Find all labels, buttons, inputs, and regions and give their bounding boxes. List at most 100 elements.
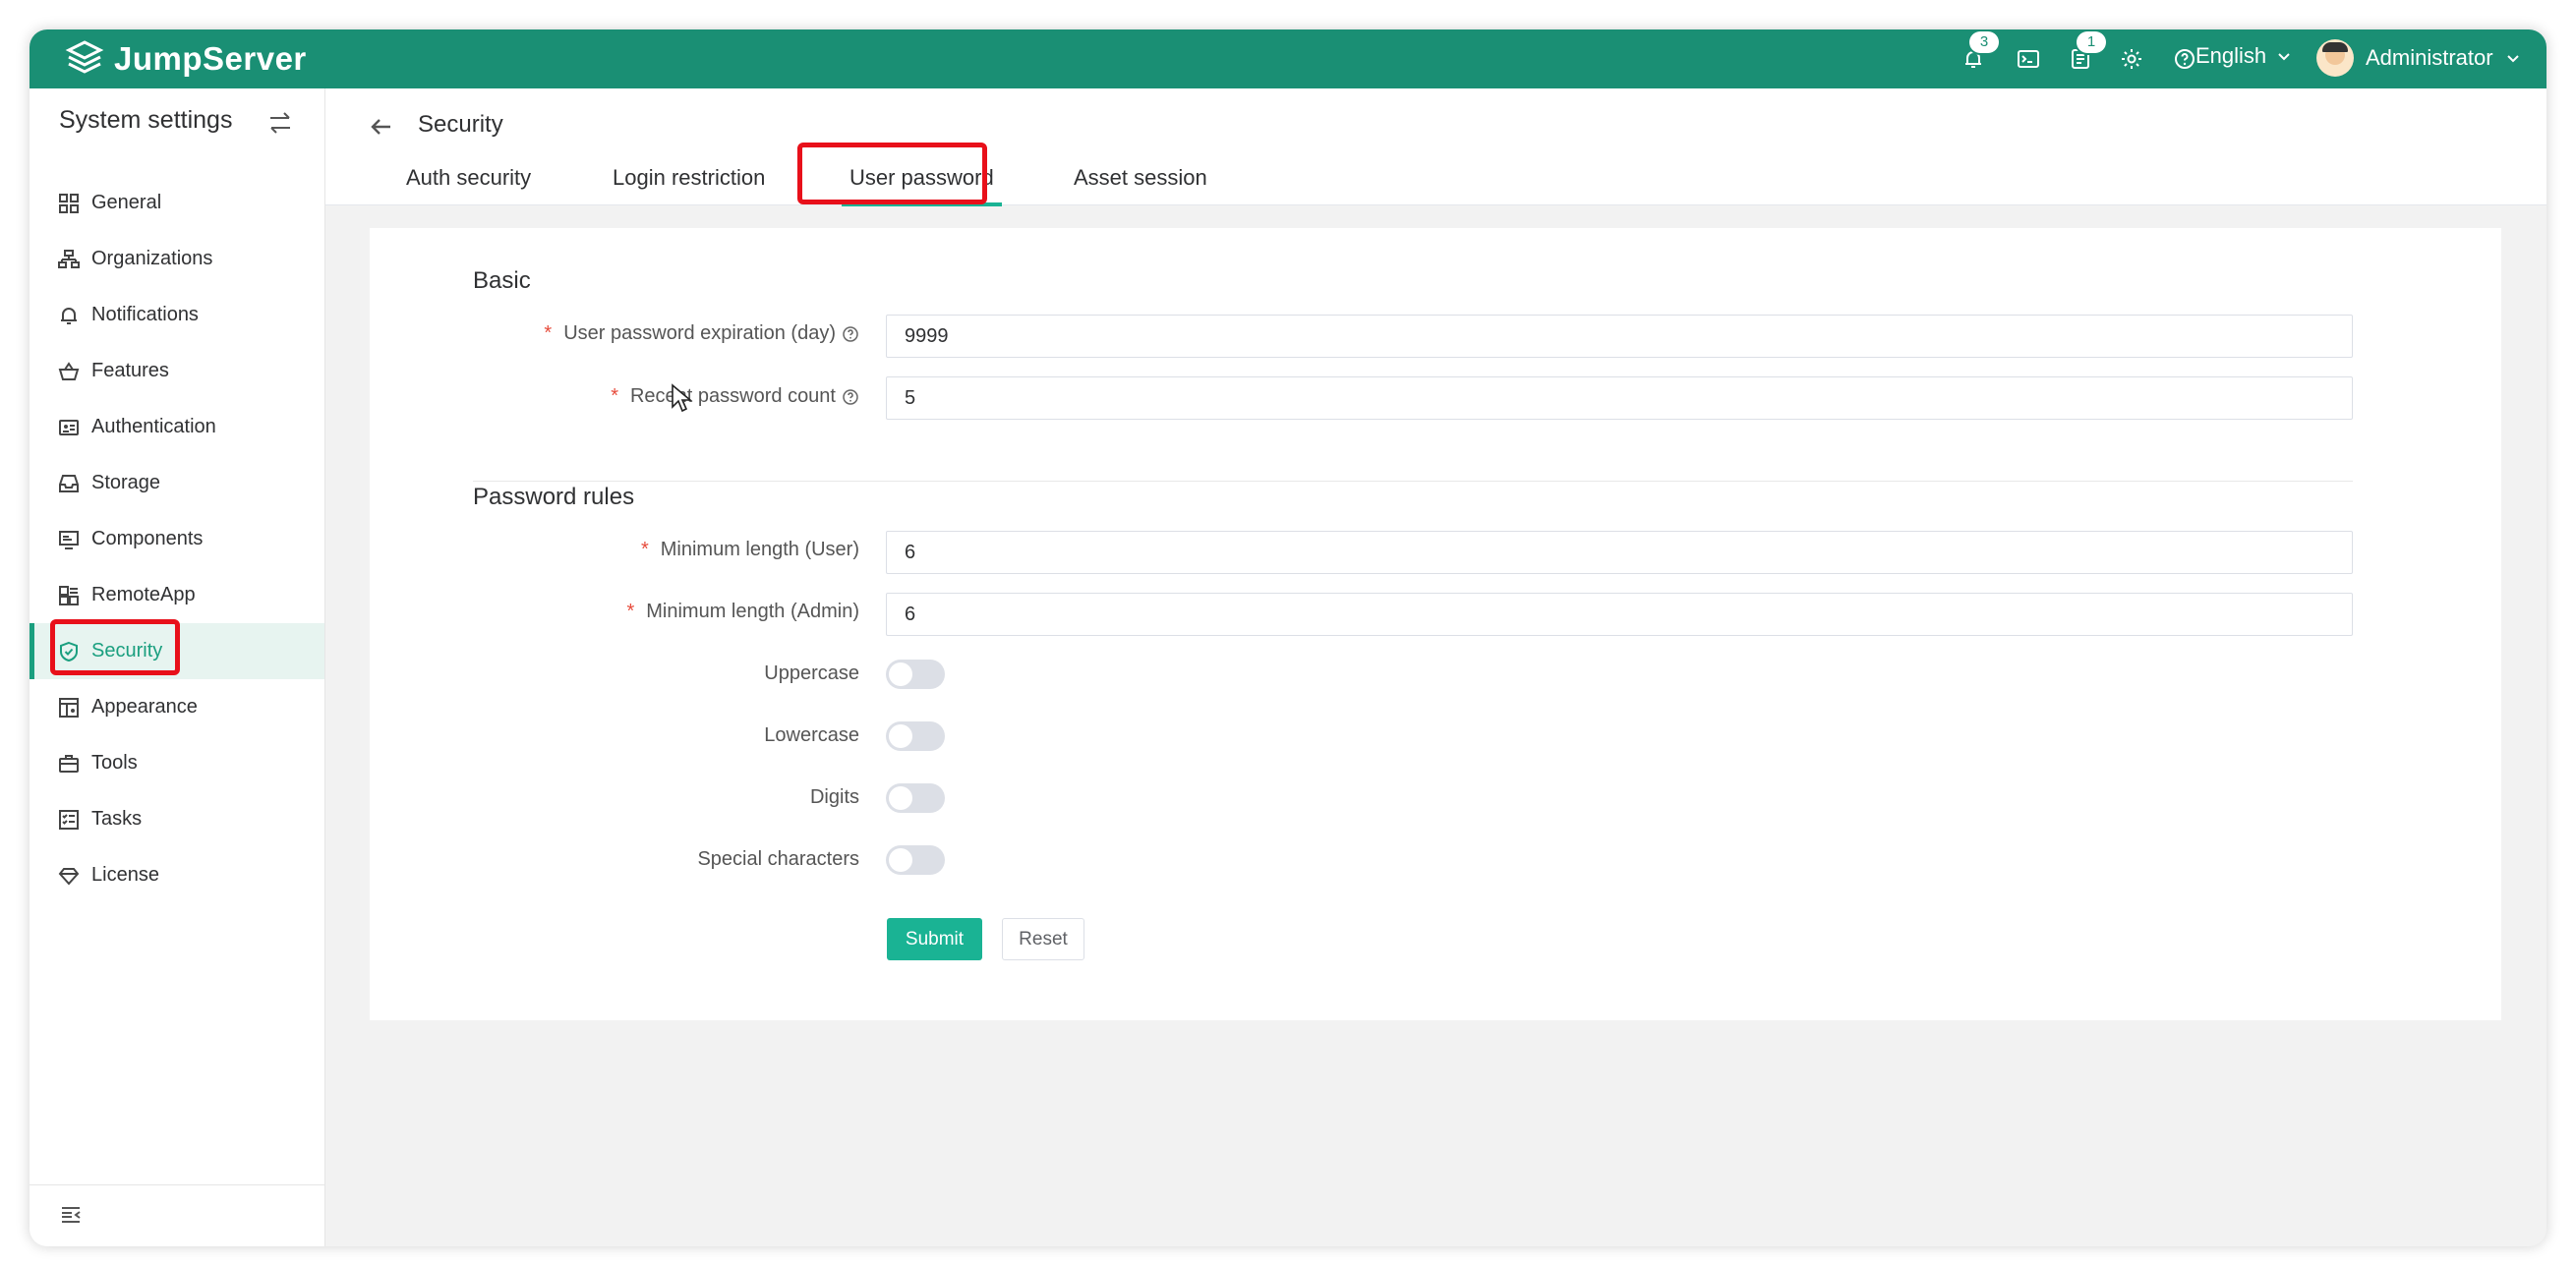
min-length-admin-label: * Minimum length (Admin) [626,601,859,623]
sidebar-item-organizations[interactable]: Organizations [29,231,324,287]
required-asterisk: * [544,322,553,344]
language-selector[interactable]: English [2195,43,2292,69]
min-length-user-input[interactable]: 6 [886,531,2353,574]
min-length-user-label-text: Minimum length (User) [660,539,859,560]
collapse-menu-icon[interactable] [59,1203,83,1227]
uppercase-toggle[interactable] [886,660,945,689]
language-label: English [2195,43,2267,68]
terminal-icon [2018,50,2039,68]
top-navbar: JumpServer 3 1 English Administrator [29,29,2547,88]
brand-name: JumpServer [114,40,307,77]
recent-count-label: * Recent password count [611,385,859,408]
help-tooltip-icon[interactable] [842,388,859,406]
sidebar-nav: General Organizations Notifications Feat… [29,175,324,903]
sidebar-title: System settings [59,106,233,134]
monitor-icon [59,531,79,549]
task-list-icon [59,810,79,830]
settings-card: Basic * User password expiration (day) 9… [370,228,2501,1020]
expiration-label: * User password expiration (day) [544,322,859,345]
sidebar-item-label: Tools [91,752,138,774]
sidebar-item-label: Appearance [91,696,198,718]
highlight-security-nav [50,619,180,675]
help-tooltip-icon[interactable] [842,325,859,343]
digits-toggle[interactable] [886,783,945,813]
required-asterisk: * [626,601,635,622]
question-circle-icon [2175,49,2195,69]
page-header: Security Auth security Login restriction… [325,88,2547,206]
lowercase-toggle[interactable] [886,721,945,751]
sidebar-footer [29,1184,324,1246]
toolbox-icon [59,755,79,773]
switch-view-icon[interactable] [265,108,295,138]
sidebar-item-label: General [91,192,162,213]
tickets-badge: 1 [2077,31,2106,53]
page-title: Security [418,111,503,138]
grid-icon [59,194,79,213]
sidebar-item-label: Features [91,360,169,381]
bell-icon [61,308,77,324]
sidebar-item-label: Storage [91,472,161,493]
sidebar-item-label: Components [91,528,204,549]
sidebar-item-components[interactable]: Components [29,511,324,567]
min-length-user-label: * Minimum length (User) [641,539,859,561]
digits-label: Digits [809,786,859,808]
notifications-badge: 3 [1969,31,1999,53]
chevron-down-icon [2278,53,2290,61]
highlight-user-password-tab [797,143,987,204]
tab-login-restriction[interactable]: Login restriction [613,165,765,191]
app-window: JumpServer 3 1 English Administrator Sys… [29,29,2547,1246]
recent-password-count-input[interactable]: 5 [886,376,2353,420]
uppercase-label: Uppercase [764,662,859,684]
apps-icon [59,586,79,605]
section-title-password-rules: Password rules [473,484,635,510]
inbox-icon [59,475,79,492]
sidebar-item-label: Notifications [91,304,199,325]
expiration-label-text: User password expiration (day) [563,322,836,344]
web-terminal-button[interactable] [2013,43,2044,75]
min-length-admin-input[interactable]: 6 [886,593,2353,636]
sidebar-item-label: RemoteApp [91,584,196,605]
recent-count-label-text: Recent password count [629,385,836,407]
sidebar-item-label: Authentication [91,416,216,437]
sidebar-item-tools[interactable]: Tools [29,735,324,791]
user-name: Administrator [2366,45,2493,70]
special-characters-toggle[interactable] [886,845,945,875]
brand-logo[interactable]: JumpServer [65,37,307,81]
min-length-admin-label-text: Minimum length (Admin) [646,601,859,622]
gear-icon [2122,49,2141,69]
avatar [2316,39,2354,77]
layout-icon [59,698,79,718]
expiration-days-input[interactable]: 9999 [886,315,2353,358]
sidebar-item-authentication[interactable]: Authentication [29,399,324,455]
notifications-button[interactable]: 3 [1958,31,1999,75]
required-asterisk: * [640,539,649,560]
sidebar-item-remoteapp[interactable]: RemoteApp [29,567,324,623]
sidebar-item-license[interactable]: License [29,847,324,903]
tickets-button[interactable]: 1 [2065,31,2106,75]
settings-button[interactable] [2116,43,2147,75]
user-menu[interactable]: Administrator [2316,39,2521,77]
lowercase-label: Lowercase [764,724,859,746]
reset-button[interactable]: Reset [1002,918,1084,960]
jumpserver-logo-icon [65,40,104,74]
section-title-basic: Basic [473,267,531,294]
special-characters-label: Special characters [697,848,859,870]
tab-asset-session[interactable]: Asset session [1074,165,1207,191]
sidebar-item-features[interactable]: Features [29,343,324,399]
section-divider [473,481,2353,482]
org-chart-icon [58,250,80,268]
arrow-left-icon[interactable] [369,114,394,140]
sidebar-item-label: Tasks [91,808,143,830]
sidebar-item-general[interactable]: General [29,175,324,231]
required-asterisk: * [611,385,618,407]
mouse-cursor-icon [672,383,692,413]
diamond-icon [58,868,80,886]
sidebar-item-label: Organizations [91,248,213,269]
tab-auth-security[interactable]: Auth security [406,165,531,191]
sidebar-item-storage[interactable]: Storage [29,455,324,511]
sidebar-item-appearance[interactable]: Appearance [29,679,324,735]
sidebar-item-notifications[interactable]: Notifications [29,287,324,343]
chevron-down-icon [2506,55,2519,63]
sidebar-item-tasks[interactable]: Tasks [29,791,324,847]
submit-button[interactable]: Submit [887,918,982,960]
